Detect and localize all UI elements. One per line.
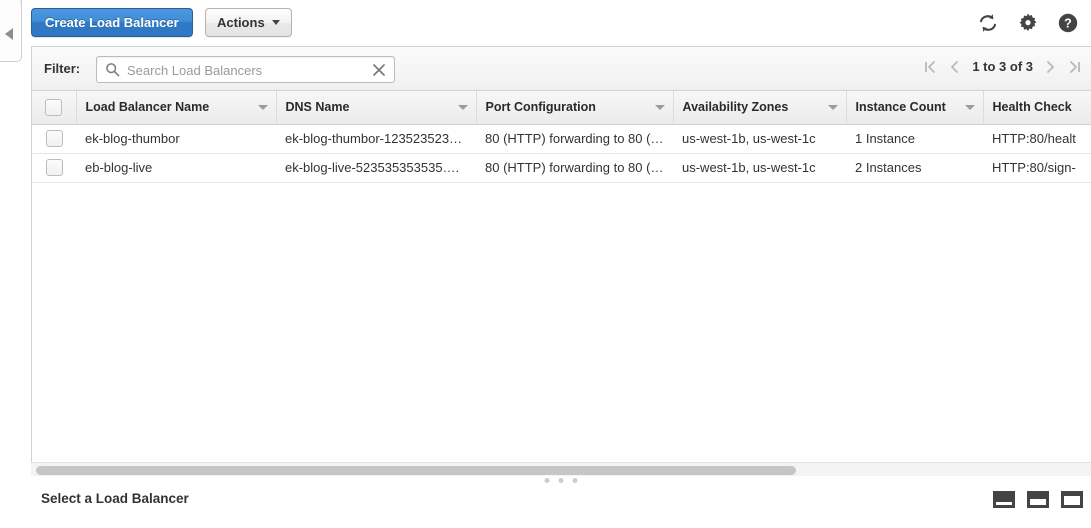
create-load-balancer-button[interactable]: Create Load Balancer	[31, 8, 193, 37]
search-icon	[106, 63, 120, 77]
chevron-down-icon[interactable]	[457, 104, 468, 110]
cell-availability-zones: us-west-1b, us-west-1c	[673, 153, 846, 183]
row-select-cell	[32, 124, 76, 154]
cell-dns-name: ek-blog-thumbor-123523523…	[276, 124, 476, 154]
cell-instance-count: 2 Instances	[846, 153, 983, 183]
select-all-checkbox[interactable]	[45, 98, 63, 116]
column-header-port-configuration[interactable]: Port Configuration	[476, 91, 674, 125]
first-page-icon[interactable]	[924, 60, 936, 74]
cell-load-balancer-name: ek-blog-thumbor	[76, 124, 276, 154]
filter-bar: Filter: 1 t	[32, 47, 1091, 91]
column-label: DNS Name	[285, 100, 350, 115]
cell-instance-count: 1 Instance	[846, 124, 983, 154]
column-label: Load Balancer Name	[85, 100, 210, 115]
cell-availability-zones: us-west-1b, us-west-1c	[673, 124, 846, 154]
splitter-grip-icon[interactable]	[544, 478, 578, 483]
cell-load-balancer-name: eb-blog-live	[76, 153, 276, 183]
pagination: 1 to 3 of 3	[924, 59, 1081, 74]
chevron-down-icon[interactable]	[257, 104, 268, 110]
row-checkbox[interactable]	[45, 159, 63, 177]
column-label: Health Check	[992, 100, 1072, 115]
gear-icon[interactable]	[1017, 12, 1039, 34]
column-header-instance-count[interactable]: Instance Count	[846, 91, 984, 125]
column-label: Port Configuration	[485, 100, 596, 115]
column-header-load-balancer-name[interactable]: Load Balancer Name	[76, 91, 277, 125]
table-empty-space	[32, 182, 1091, 418]
actions-button-label: Actions	[217, 15, 265, 30]
horizontal-scrollbar[interactable]	[31, 462, 1091, 477]
next-page-icon[interactable]	[1046, 60, 1056, 74]
svg-text:?: ?	[1064, 17, 1072, 31]
toolbar-icons: ?	[977, 12, 1079, 34]
table-header-row: Load Balancer Name DNS Name Port Configu…	[32, 91, 1091, 125]
column-header-availability-zones[interactable]: Availability Zones	[673, 91, 847, 125]
cell-port-configuration: 80 (HTTP) forwarding to 80 (…	[476, 124, 673, 154]
actions-button[interactable]: Actions	[205, 8, 292, 37]
panel-layout-large-icon[interactable]	[1061, 491, 1083, 508]
select-all-header	[32, 91, 77, 125]
help-icon[interactable]: ?	[1057, 12, 1079, 34]
column-label: Availability Zones	[682, 100, 789, 115]
last-page-icon[interactable]	[1069, 60, 1081, 74]
panel-layout-medium-icon[interactable]	[1027, 491, 1049, 508]
previous-page-icon[interactable]	[949, 60, 959, 74]
refresh-icon[interactable]	[977, 12, 999, 34]
cell-health-check: HTTP:80/sign-	[983, 153, 1091, 183]
toolbar: Create Load Balancer Actions ?	[0, 0, 1091, 46]
row-select-cell	[32, 153, 76, 183]
load-balancers-panel: Filter: 1 t	[31, 46, 1091, 466]
filter-label: Filter:	[44, 61, 81, 76]
column-header-health-check[interactable]: Health Check	[983, 91, 1091, 125]
cell-dns-name: ek-blog-live-523535353535….	[276, 153, 476, 183]
clear-icon[interactable]	[370, 61, 388, 79]
column-label: Instance Count	[855, 100, 946, 115]
table-row[interactable]: eb-blog-live ek-blog-live-523535353535….…	[32, 153, 1091, 183]
cell-health-check: HTTP:80/healt	[983, 124, 1091, 154]
search-input[interactable]	[125, 57, 364, 84]
chevron-down-icon[interactable]	[964, 104, 975, 110]
detail-panel-title: Select a Load Balancer	[41, 491, 189, 506]
panel-layout-small-icon[interactable]	[993, 491, 1015, 508]
cell-port-configuration: 80 (HTTP) forwarding to 80 (…	[476, 153, 673, 183]
chevron-down-icon[interactable]	[654, 104, 665, 110]
load-balancers-table: Load Balancer Name DNS Name Port Configu…	[32, 91, 1091, 183]
table-row[interactable]: ek-blog-thumbor ek-blog-thumbor-12352352…	[32, 124, 1091, 154]
horizontal-scrollbar-thumb[interactable]	[36, 466, 796, 475]
chevron-down-icon[interactable]	[827, 104, 838, 110]
column-header-dns-name[interactable]: DNS Name	[276, 91, 477, 125]
detail-panel: Select a Load Balancer	[31, 486, 1091, 528]
search-field-wrapper[interactable]	[96, 56, 395, 84]
pagination-range: 1 to 3 of 3	[972, 59, 1033, 74]
row-checkbox[interactable]	[45, 130, 63, 148]
panel-layout-controls	[993, 491, 1083, 508]
chevron-down-icon	[271, 20, 280, 25]
load-balancers-console: Create Load Balancer Actions ? Filter: S…	[0, 0, 1091, 528]
